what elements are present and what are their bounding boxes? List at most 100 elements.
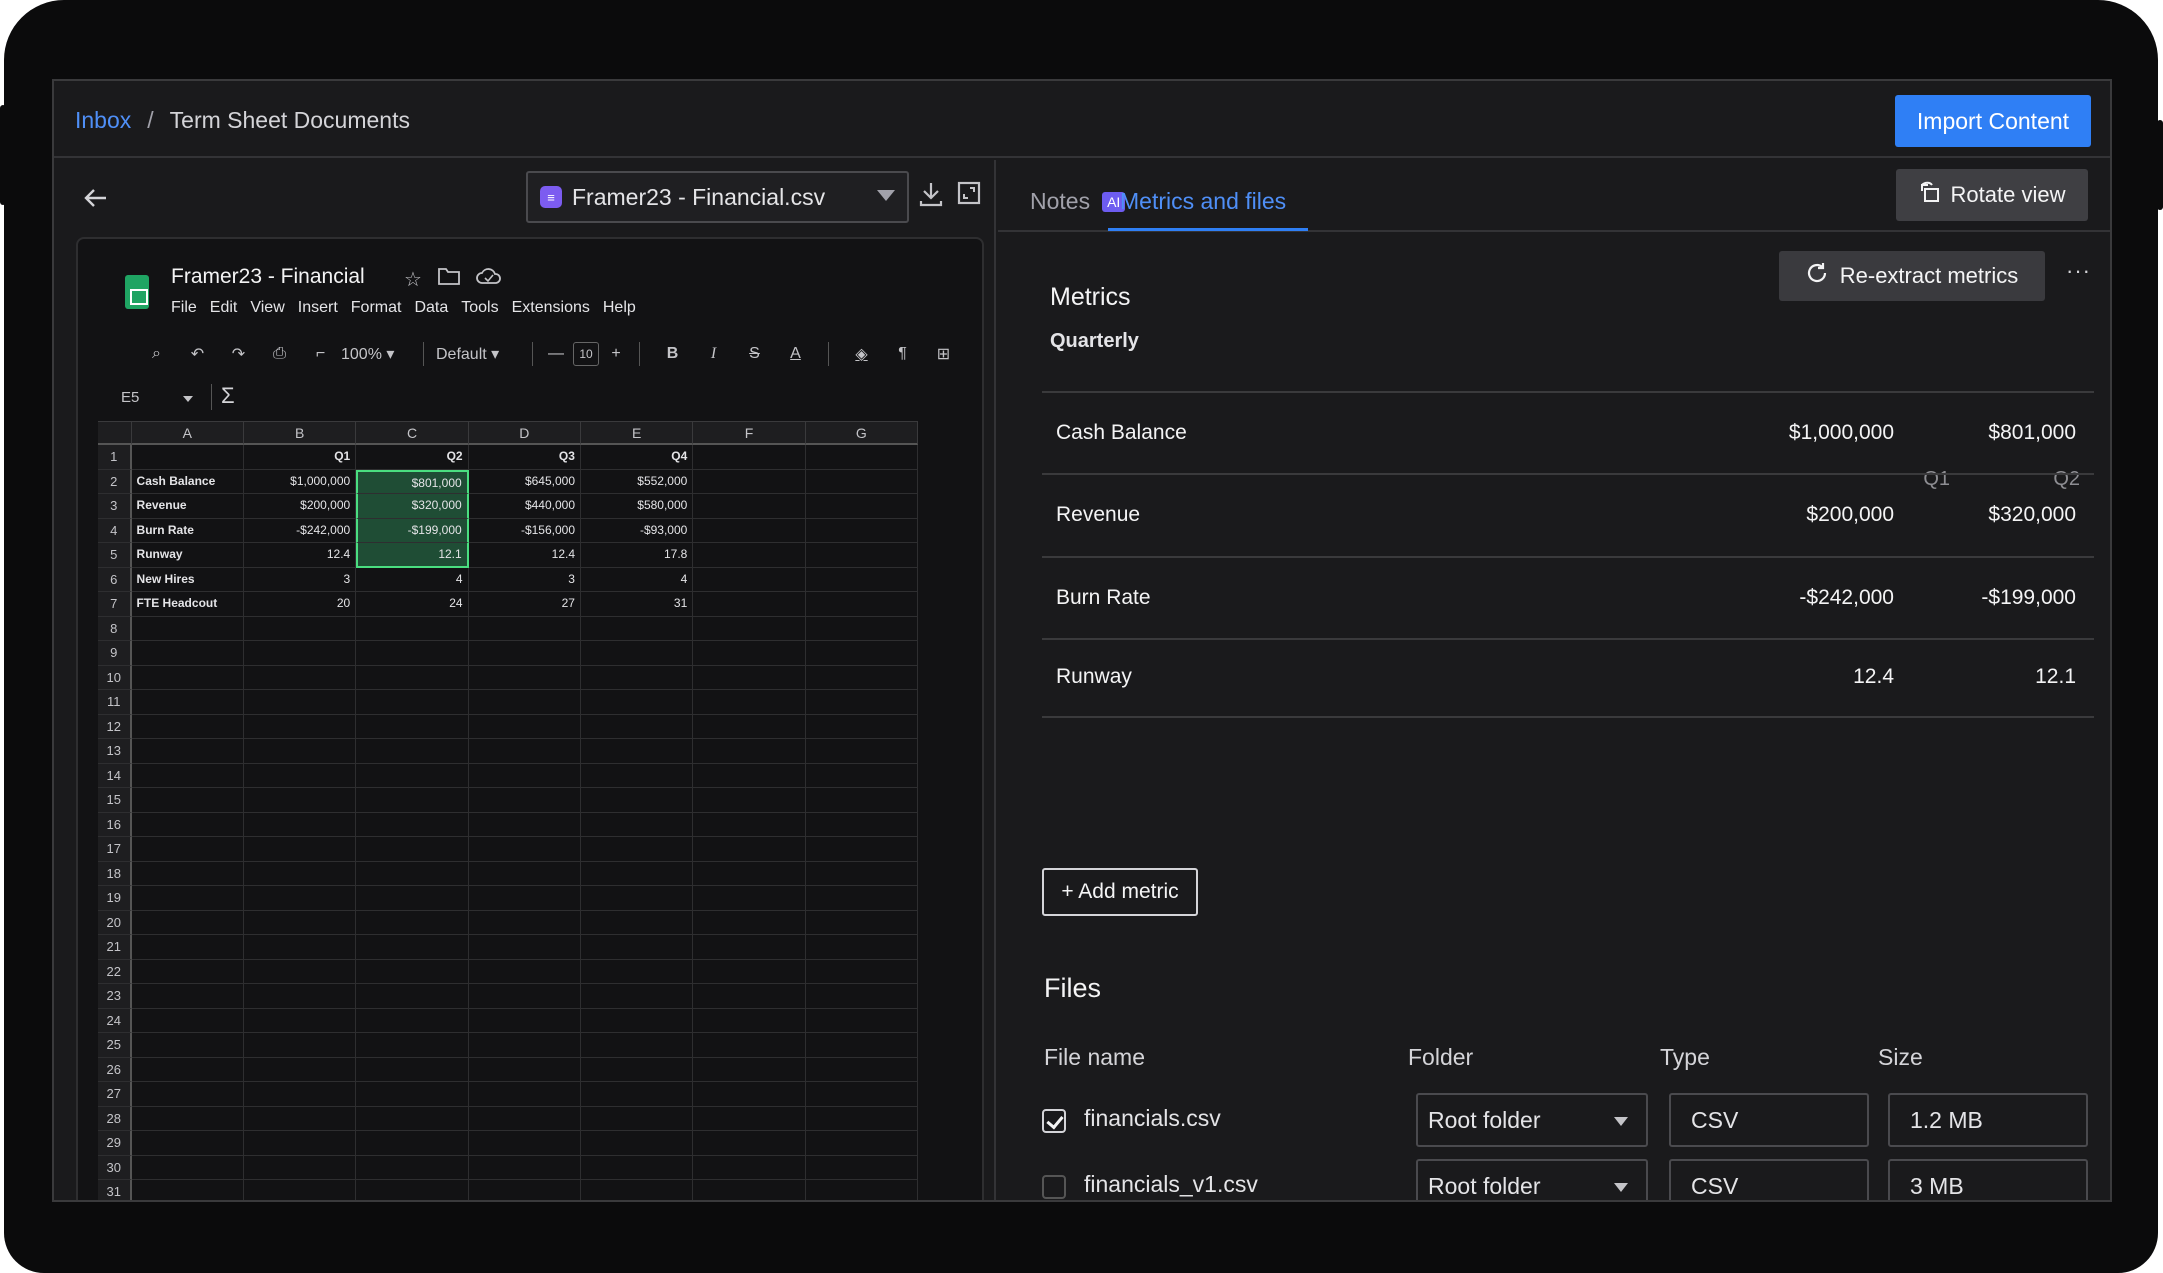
row-number[interactable]: 17: [98, 837, 132, 862]
grid-cell[interactable]: [805, 690, 918, 715]
grid-cell[interactable]: [468, 788, 581, 813]
grid-cell[interactable]: [468, 886, 581, 911]
row-number[interactable]: 5: [98, 543, 132, 568]
download-icon[interactable]: [919, 181, 943, 212]
grid-cell[interactable]: [580, 788, 694, 813]
grid-cell[interactable]: [580, 763, 694, 788]
row-number[interactable]: 20: [98, 910, 132, 935]
grid-cell[interactable]: [805, 714, 918, 739]
grid-cell[interactable]: [805, 959, 918, 984]
grid-cell[interactable]: [693, 1180, 806, 1200]
minus-icon[interactable]: —: [545, 345, 567, 363]
text-color-icon[interactable]: A: [775, 345, 816, 363]
grid-cell[interactable]: 17.8: [581, 543, 694, 568]
row-number[interactable]: 28: [98, 1106, 132, 1131]
grid-cell[interactable]: [805, 837, 918, 862]
grid-cell[interactable]: 4: [356, 567, 469, 592]
row-number[interactable]: 1: [98, 445, 132, 470]
grid-cell[interactable]: 27: [468, 592, 581, 617]
grid-cell[interactable]: [243, 1082, 357, 1107]
grid-cell[interactable]: [693, 494, 806, 519]
grid-cell[interactable]: Q2: [356, 445, 469, 470]
menu-item-tools[interactable]: Tools: [461, 299, 498, 317]
row-number[interactable]: 10: [98, 665, 132, 690]
grid-cell[interactable]: [805, 1057, 918, 1082]
grid-cell[interactable]: [243, 1057, 357, 1082]
grid-cell[interactable]: Q1: [243, 445, 357, 470]
grid-cell[interactable]: [468, 763, 581, 788]
grid-cell[interactable]: [243, 714, 357, 739]
grid-cell[interactable]: [693, 641, 806, 666]
menu-item-help[interactable]: Help: [603, 299, 636, 317]
grid-cell[interactable]: [356, 665, 469, 690]
row-number[interactable]: 25: [98, 1033, 132, 1058]
grid-cell[interactable]: [693, 763, 806, 788]
grid-cell[interactable]: [693, 1082, 806, 1107]
grid-cell[interactable]: [468, 1106, 581, 1131]
add-metric-button[interactable]: + Add metric: [1042, 868, 1198, 916]
grid-cell[interactable]: [468, 1155, 581, 1180]
grid-cell[interactable]: $552,000: [581, 469, 694, 494]
grid-cell[interactable]: [243, 1033, 357, 1058]
font-select[interactable]: Default ▾: [436, 344, 520, 364]
grid-cell[interactable]: [131, 445, 244, 470]
grid-cell[interactable]: [693, 1057, 806, 1082]
grid-cell[interactable]: $580,000: [581, 494, 694, 519]
grid-cell[interactable]: [356, 959, 469, 984]
grid-cell[interactable]: [131, 690, 244, 715]
row-number[interactable]: 15: [98, 788, 132, 813]
fill-color-icon[interactable]: ◈: [841, 344, 882, 364]
grid-cell[interactable]: [356, 690, 469, 715]
grid-cell[interactable]: -$242,000: [243, 518, 357, 543]
menu-item-view[interactable]: View: [250, 299, 284, 317]
grid-cell[interactable]: [468, 861, 581, 886]
row-number[interactable]: 29: [98, 1131, 132, 1156]
grid-cell[interactable]: [693, 837, 806, 862]
grid-cell[interactable]: [580, 837, 694, 862]
row-number[interactable]: 19: [98, 886, 132, 911]
grid-cell[interactable]: [468, 910, 581, 935]
import-content-button[interactable]: Import Content: [1895, 95, 2091, 147]
grid-cell[interactable]: [468, 837, 581, 862]
grid-cell[interactable]: [356, 1155, 469, 1180]
grid-cell[interactable]: [468, 665, 581, 690]
menu-item-data[interactable]: Data: [414, 299, 448, 317]
grid-cell[interactable]: $645,000: [468, 469, 581, 494]
grid-cell[interactable]: [805, 1131, 918, 1156]
cloud-icon[interactable]: [476, 267, 502, 292]
text-direction-icon[interactable]: ¶: [882, 345, 923, 363]
grid-cell[interactable]: [468, 739, 581, 764]
row-number[interactable]: 2: [98, 469, 132, 494]
grid-cell[interactable]: -$156,000: [468, 518, 581, 543]
grid-cell[interactable]: [693, 739, 806, 764]
grid-cell[interactable]: [693, 886, 806, 911]
grid-cell[interactable]: [356, 812, 469, 837]
grid-cell[interactable]: [693, 469, 806, 494]
grid-cell[interactable]: [131, 739, 244, 764]
grid-cell[interactable]: [580, 1155, 694, 1180]
file-type-field[interactable]: CSV: [1669, 1159, 1869, 1200]
grid-cell[interactable]: [243, 739, 357, 764]
grid-cell[interactable]: [693, 935, 806, 960]
grid-cell[interactable]: [805, 1082, 918, 1107]
grid-cell[interactable]: [131, 1082, 244, 1107]
arrow-left-icon[interactable]: [84, 182, 108, 216]
grid-cell[interactable]: [468, 1008, 581, 1033]
row-number[interactable]: 23: [98, 984, 132, 1009]
grid-cell[interactable]: [580, 1057, 694, 1082]
grid-cell[interactable]: [356, 616, 469, 641]
grid-cell[interactable]: [580, 935, 694, 960]
grid-cell[interactable]: [693, 690, 806, 715]
grid-cell[interactable]: [693, 543, 806, 568]
grid-cell[interactable]: [693, 567, 806, 592]
row-number[interactable]: 18: [98, 861, 132, 886]
file-type-field[interactable]: CSV: [1669, 1093, 1869, 1147]
column-header[interactable]: G: [805, 421, 919, 445]
grid-cell[interactable]: [693, 861, 806, 886]
grid-cell[interactable]: [693, 812, 806, 837]
grid-cell[interactable]: [131, 837, 244, 862]
grid-cell[interactable]: [468, 714, 581, 739]
grid-cell[interactable]: [356, 1131, 469, 1156]
zoom-select[interactable]: 100% ▾: [341, 344, 411, 364]
grid-cell[interactable]: [580, 1008, 694, 1033]
